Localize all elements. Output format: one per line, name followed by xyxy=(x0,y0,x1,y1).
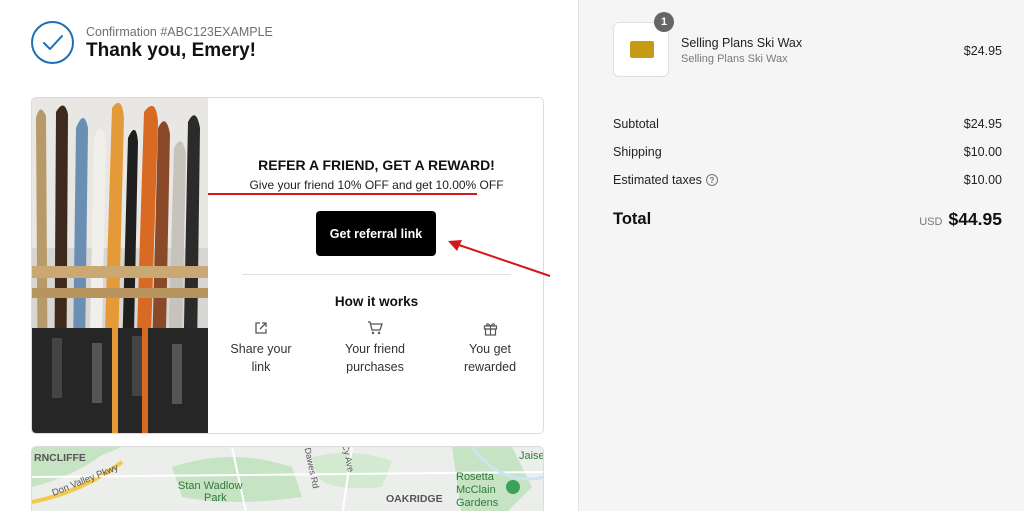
total-amount: $44.95 xyxy=(948,209,1002,229)
info-icon[interactable]: ? xyxy=(705,174,718,186)
step-label-line2: rewarded xyxy=(463,360,517,374)
currency-code: USD xyxy=(919,216,943,228)
taxes-row: Estimated taxes ? $10.00 xyxy=(613,173,1002,187)
taxes-value: $10.00 xyxy=(963,173,1002,187)
step-purchase: Your friend purchases xyxy=(330,318,420,376)
how-it-works-title: How it works xyxy=(334,294,419,309)
product-price: $24.95 xyxy=(963,44,1002,58)
annotation-arrow-icon xyxy=(448,240,551,277)
cart-icon xyxy=(330,318,420,338)
step-reward: You get rewarded xyxy=(445,318,535,376)
total-label: Total xyxy=(613,210,652,228)
product-variant: Selling Plans Ski Wax xyxy=(681,53,788,65)
map-label: OAKRIDGE xyxy=(386,493,443,505)
subtotal-value: $24.95 xyxy=(963,117,1002,131)
shipping-row: Shipping $10.00 xyxy=(613,145,1002,159)
referral-subtitle: Give your friend 10% OFF and get 10.00% … xyxy=(249,178,504,192)
step-share: Share your link xyxy=(216,318,306,376)
confirmation-main: Confirmation #ABC123EXAMPLE Thank you, E… xyxy=(0,0,578,511)
page-title: Thank you, Emery! xyxy=(86,40,256,61)
map-label: Jaise xyxy=(519,450,544,462)
step-label-line1: Share your xyxy=(230,342,292,356)
map-label: Gardens xyxy=(456,497,499,509)
order-summary: 1 Selling Plans Ski Wax Selling Plans Sk… xyxy=(578,0,1024,511)
check-circle-icon xyxy=(31,21,74,64)
map-label: McClain xyxy=(456,484,496,496)
get-referral-link-button[interactable]: Get referral link xyxy=(316,211,436,256)
taxes-label: Estimated taxes xyxy=(613,173,702,187)
external-link-icon xyxy=(216,318,306,338)
ski-wax-image xyxy=(630,41,654,58)
confirmation-number: Confirmation #ABC123EXAMPLE xyxy=(86,25,273,39)
map-label: Park xyxy=(204,492,227,504)
gift-icon xyxy=(445,318,535,338)
step-label-line1: You get xyxy=(469,342,511,356)
product-name: Selling Plans Ski Wax xyxy=(681,36,803,50)
subtotal-label: Subtotal xyxy=(613,117,659,131)
annotation-underline xyxy=(208,193,477,195)
step-label-line1: Your friend xyxy=(345,342,405,356)
map-label: Rosetta xyxy=(456,471,494,483)
shipping-label: Shipping xyxy=(613,145,662,159)
total-row: Total USD $44.95 xyxy=(613,209,1002,230)
referral-title: REFER A FRIEND, GET A REWARD! xyxy=(258,157,495,173)
step-label-line2: purchases xyxy=(346,360,404,374)
step-label-line2: link xyxy=(251,360,271,374)
shipping-value: $10.00 xyxy=(963,145,1002,159)
map-label: RNCLIFFE xyxy=(34,452,86,464)
subtotal-row: Subtotal $24.95 xyxy=(613,117,1002,131)
map-label: Stan Wadlow xyxy=(178,480,243,492)
quantity-badge: 1 xyxy=(654,12,674,32)
delivery-map[interactable]: RNCLIFFE Don Valley Pkwy Stan Wadlow Par… xyxy=(31,446,544,511)
skis-image xyxy=(32,98,208,433)
